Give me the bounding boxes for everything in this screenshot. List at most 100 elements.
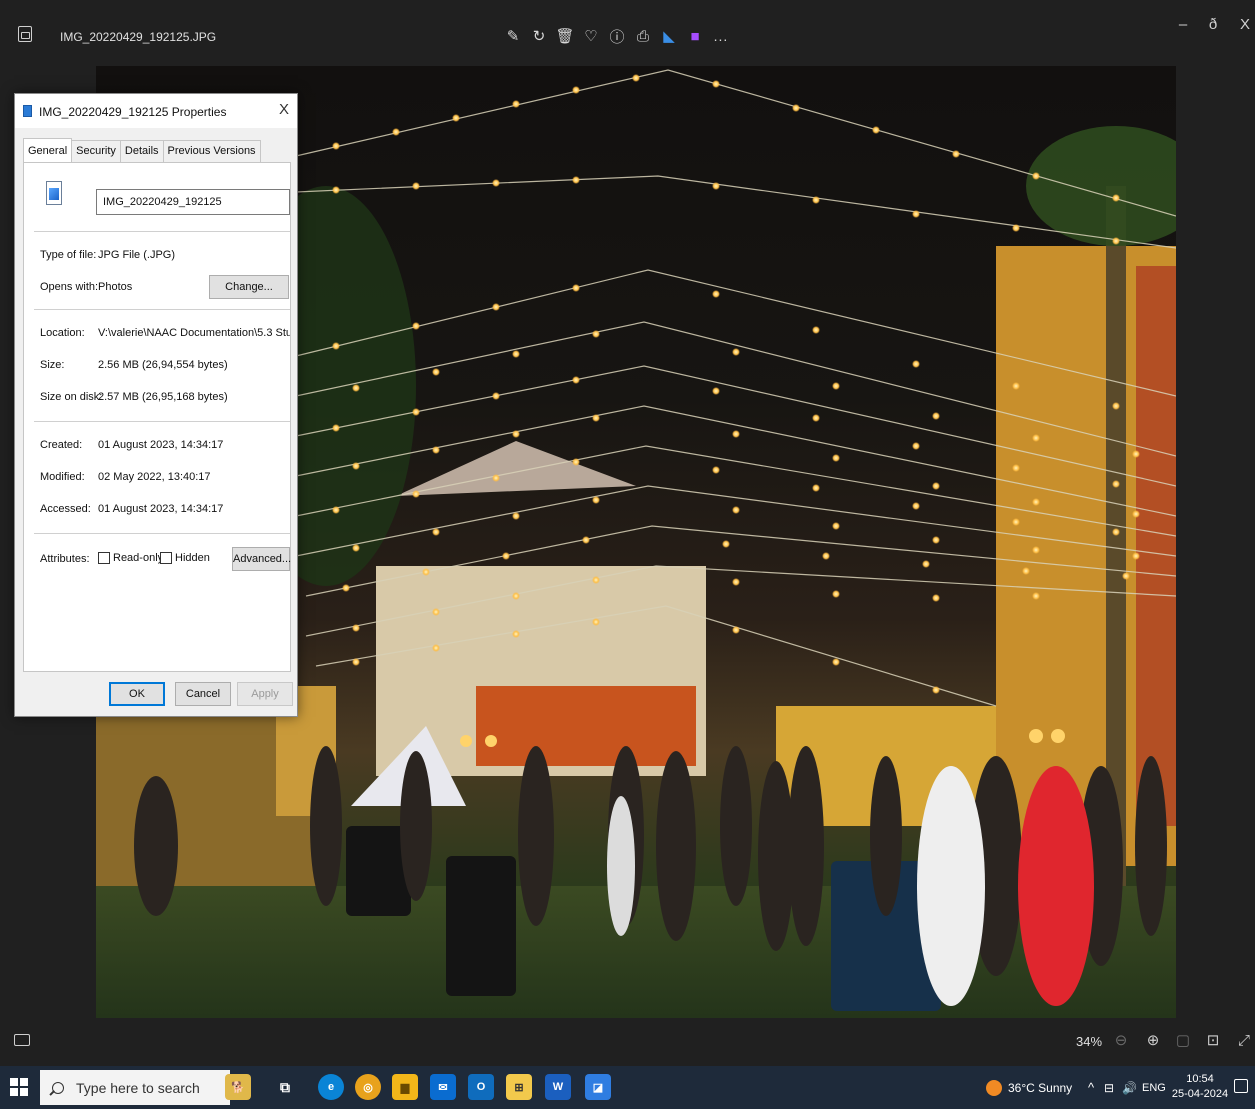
- app-icon[interactable]: ■: [682, 24, 708, 48]
- edit-icon[interactable]: ✎: [500, 24, 526, 48]
- tab-details[interactable]: Details: [119, 140, 164, 162]
- zoom-level: 34%: [1076, 1034, 1103, 1049]
- mail-icon[interactable]: ✉: [430, 1074, 456, 1100]
- title-bar: IMG_20220429_192125.JPG ✎ ↻ 🗑 ♡ ⓘ ⎙ ◣ ■ …: [0, 0, 1255, 66]
- file-icon: [23, 105, 32, 117]
- checkbox-box[interactable]: [160, 552, 172, 564]
- type-value: JPG File (.JPG): [98, 249, 176, 261]
- jpg-file-icon: [46, 181, 62, 205]
- hidden-label: Hidden: [175, 552, 210, 564]
- dog-widget-icon[interactable]: 🐕: [225, 1074, 251, 1100]
- opens-with-label: Opens with:: [40, 281, 99, 293]
- zoom-out-icon[interactable]: ⊖: [1110, 1030, 1132, 1052]
- dialog-title-bar[interactable]: IMG_20220429_192125 Properties X: [15, 94, 297, 128]
- notification-icon[interactable]: [1234, 1079, 1248, 1093]
- modified-label: Modified:: [40, 471, 85, 483]
- divider: [34, 533, 290, 534]
- divider: [34, 231, 290, 232]
- clipchamp-icon[interactable]: ◣: [656, 24, 682, 48]
- search-icon: [52, 1081, 64, 1094]
- restore-button[interactable]: ð: [1198, 16, 1228, 40]
- divider: [34, 421, 290, 422]
- word-icon[interactable]: W: [545, 1074, 571, 1100]
- clock-time: 10:54: [1186, 1073, 1214, 1085]
- divider: [34, 309, 290, 310]
- photos-app-window: IMG_20220429_192125.JPG ✎ ↻ 🗑 ♡ ⓘ ⎙ ◣ ■ …: [0, 0, 1255, 1109]
- taskbar-search[interactable]: [40, 1070, 230, 1105]
- volume-icon[interactable]: 🔊: [1122, 1066, 1137, 1109]
- dialog-tabs: General Security Details Previous Versio…: [23, 138, 261, 162]
- print-icon[interactable]: ⎙: [630, 24, 656, 48]
- minimize-button[interactable]: –: [1168, 16, 1198, 40]
- modified-value: 02 May 2022, 13:40:17: [98, 471, 211, 483]
- size-on-disk-value: 2.57 MB (26,95,168 bytes): [98, 391, 228, 403]
- accessed-value: 01 August 2023, 14:34:17: [98, 503, 224, 515]
- zoom-in-icon[interactable]: ⊕: [1142, 1030, 1164, 1052]
- file-explorer-icon[interactable]: ▆: [392, 1074, 418, 1100]
- chrome-browser-icon[interactable]: ◎: [355, 1074, 381, 1100]
- hidden-checkbox[interactable]: Hidden: [160, 552, 210, 564]
- close-button[interactable]: X: [1230, 16, 1255, 40]
- actual-size-icon[interactable]: ⊡: [1202, 1030, 1224, 1052]
- info-icon[interactable]: ⓘ: [604, 24, 630, 48]
- language-indicator[interactable]: ENG: [1142, 1066, 1166, 1109]
- location-value: V:\valerie\NAAC Documentation\5.3 Studen…: [98, 327, 290, 339]
- photos-app-icon: [18, 26, 32, 42]
- tab-previous-versions[interactable]: Previous Versions: [162, 140, 261, 162]
- outlook-icon[interactable]: O: [468, 1074, 494, 1100]
- edge-browser-icon[interactable]: e: [318, 1074, 344, 1100]
- size-on-disk-label: Size on disk:: [40, 391, 103, 403]
- more-options-button[interactable]: ...: [708, 24, 734, 48]
- readonly-label: Read-only: [113, 552, 164, 564]
- fullscreen-icon[interactable]: ⤢: [1233, 1030, 1255, 1052]
- photos-taskbar-icon[interactable]: ◪: [585, 1074, 611, 1100]
- weather-icon: [986, 1079, 1002, 1096]
- search-input[interactable]: [76, 1079, 226, 1096]
- weather-text: 36°C Sunny: [1008, 1080, 1073, 1095]
- viewer-toolbar: ✎ ↻ 🗑 ♡ ⓘ ⎙ ◣ ■ ...: [500, 24, 734, 48]
- dialog-close-button[interactable]: X: [279, 101, 289, 118]
- windows-logo-icon: [10, 1088, 18, 1096]
- size-label: Size:: [40, 359, 65, 371]
- change-button[interactable]: Change...: [209, 275, 289, 299]
- location-label: Location:: [40, 327, 85, 339]
- windows-logo-icon: [20, 1078, 28, 1086]
- general-panel: IMG_20220429_192125 Type of file: JPG Fi…: [23, 162, 291, 672]
- fit-to-window-icon[interactable]: ▢: [1172, 1030, 1194, 1052]
- size-value: 2.56 MB (26,94,554 bytes): [98, 359, 228, 371]
- system-clock[interactable]: 10:54 25-04-2024: [1170, 1072, 1230, 1102]
- windows-taskbar: 🐕 ⧉ e ◎ ▆ ✉ O ⊞ W ◪ 36°C Sunny ^ ⊟ 🔊 ENG…: [0, 1066, 1255, 1109]
- task-view-icon[interactable]: ⧉: [272, 1074, 298, 1100]
- clock-date: 25-04-2024: [1171, 1088, 1229, 1100]
- store-icon[interactable]: ⊞: [506, 1074, 532, 1100]
- file-name-field[interactable]: IMG_20220429_192125: [96, 189, 290, 215]
- properties-dialog: IMG_20220429_192125 Properties X General…: [14, 93, 298, 717]
- dialog-title: IMG_20220429_192125 Properties: [39, 105, 227, 119]
- attributes-label: Attributes:: [40, 553, 90, 565]
- filmstrip-icon[interactable]: [14, 1034, 30, 1046]
- tray-chevron-icon[interactable]: ^: [1088, 1066, 1094, 1109]
- type-label: Type of file:: [40, 249, 97, 261]
- advanced-button[interactable]: Advanced...: [232, 547, 291, 571]
- window-title: IMG_20220429_192125.JPG: [60, 30, 217, 44]
- network-icon[interactable]: ⊟: [1104, 1066, 1114, 1109]
- opens-with-value: Photos: [98, 281, 133, 293]
- checkbox-box[interactable]: [98, 552, 110, 564]
- tab-security[interactable]: Security: [71, 140, 121, 162]
- ok-button[interactable]: OK: [109, 682, 165, 706]
- delete-icon[interactable]: 🗑: [552, 24, 578, 48]
- accessed-label: Accessed:: [40, 503, 91, 515]
- windows-logo-icon: [10, 1078, 18, 1086]
- created-value: 01 August 2023, 14:34:17: [98, 439, 224, 451]
- readonly-checkbox[interactable]: Read-only: [98, 552, 163, 564]
- apply-button[interactable]: Apply: [237, 682, 293, 706]
- weather-widget[interactable]: 36°C Sunny: [986, 1066, 1072, 1109]
- tab-general[interactable]: General: [23, 138, 73, 162]
- favorite-icon[interactable]: ♡: [578, 24, 604, 48]
- cancel-button[interactable]: Cancel: [175, 682, 231, 706]
- viewer-bottom-bar: 34% ⊖ ⊕ ▢ ⊡ ⤢: [0, 1018, 1255, 1066]
- rotate-icon[interactable]: ↻: [526, 24, 552, 48]
- start-button[interactable]: [10, 1078, 28, 1096]
- windows-logo-icon: [20, 1088, 28, 1096]
- created-label: Created:: [40, 439, 83, 451]
